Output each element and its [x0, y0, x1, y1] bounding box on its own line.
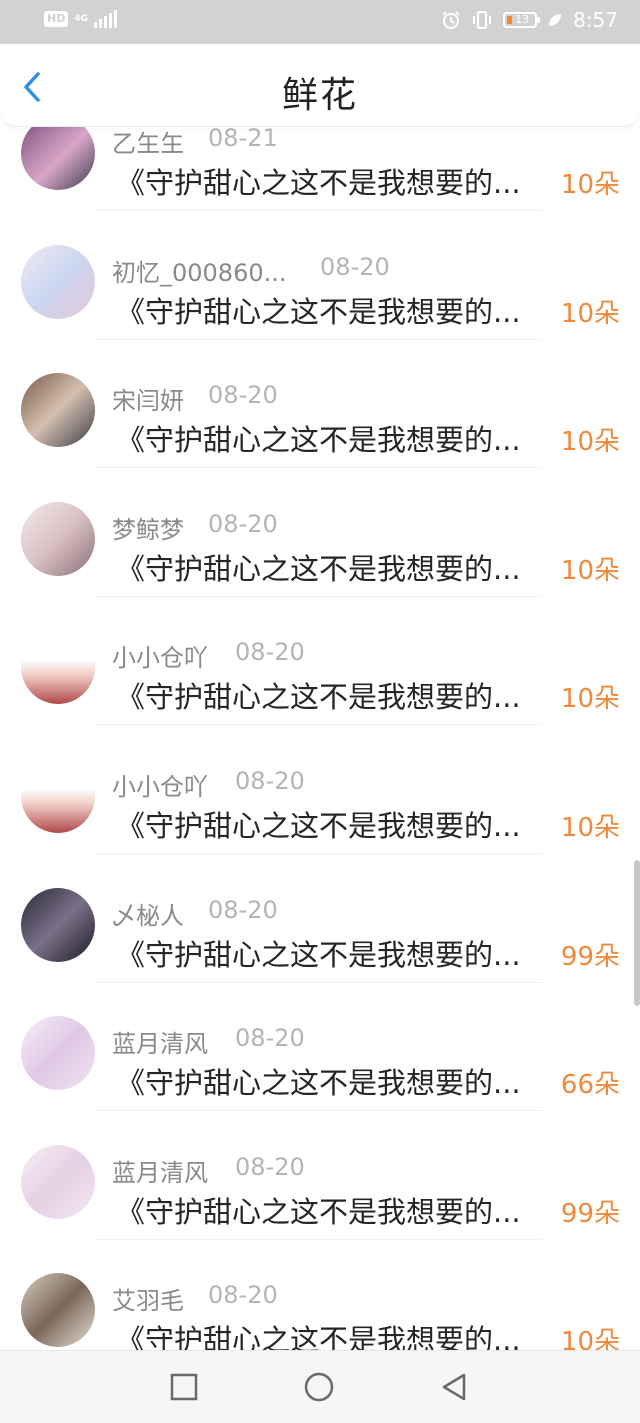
back-icon[interactable]: [438, 1371, 470, 1403]
list-item[interactable]: 梦鲸梦 08-20 《守护甜心之这不是我想要的... 10朵: [0, 502, 640, 638]
avatar[interactable]: [21, 1273, 95, 1347]
page-header: 鲜花: [0, 44, 640, 127]
user-name[interactable]: 梦鲸梦: [112, 510, 184, 545]
user-name[interactable]: 初忆_000860...: [112, 253, 287, 288]
divider: [96, 1110, 542, 1111]
gift-date: 08-20: [208, 510, 278, 538]
user-name[interactable]: 乄柲人: [112, 896, 184, 931]
gift-date: 08-20: [235, 638, 305, 666]
gift-date: 08-20: [320, 253, 390, 281]
user-name[interactable]: 艾羽毛: [112, 1281, 184, 1316]
divider: [96, 1239, 542, 1240]
gift-date: 08-20: [235, 767, 305, 795]
book-title[interactable]: 《守护甜心之这不是我想要的...: [116, 1317, 538, 1350]
flower-count: 99朵: [560, 942, 620, 972]
book-title[interactable]: 《守护甜心之这不是我想要的...: [116, 160, 538, 202]
list-item[interactable]: 小小仓吖 08-20 《守护甜心之这不是我想要的... 10朵: [0, 759, 640, 895]
divider: [96, 853, 542, 854]
flower-list[interactable]: 乙玍玍 08-21 《守护甜心之这不是我想要的... 10朵 初忆_000860... 0…: [0, 0, 640, 1350]
avatar[interactable]: [21, 888, 95, 962]
divider: [96, 724, 542, 725]
book-title[interactable]: 《守护甜心之这不是我想要的...: [116, 289, 538, 331]
divider: [96, 982, 542, 983]
divider: [96, 596, 542, 597]
divider: [96, 467, 542, 468]
flower-count: 10朵: [560, 556, 620, 586]
book-title[interactable]: 《守护甜心之这不是我想要的...: [116, 932, 538, 974]
flower-count: 10朵: [560, 684, 620, 714]
user-name[interactable]: 小小仓吖: [112, 638, 208, 673]
book-title[interactable]: 《守护甜心之这不是我想要的...: [116, 1060, 538, 1102]
flower-count: 10朵: [560, 813, 620, 843]
flower-count: 10朵: [560, 1327, 620, 1350]
flower-count: 10朵: [560, 299, 620, 329]
gift-date: 08-20: [208, 1281, 278, 1309]
user-name[interactable]: 蓝月清风: [112, 1153, 208, 1188]
list-item[interactable]: 乙玍玍 08-21 《守护甜心之这不是我想要的... 10朵: [0, 116, 640, 252]
flower-count: 10朵: [560, 427, 620, 457]
gift-date: 08-20: [208, 896, 278, 924]
list-item[interactable]: 乄柲人 08-20 《守护甜心之这不是我想要的... 99朵: [0, 888, 640, 1024]
scrollbar[interactable]: [634, 860, 640, 1006]
avatar[interactable]: [21, 116, 95, 190]
book-title[interactable]: 《守护甜心之这不是我想要的...: [116, 803, 538, 845]
user-name[interactable]: 小小仓吖: [112, 767, 208, 802]
avatar[interactable]: [21, 373, 95, 447]
flower-count: 99朵: [560, 1199, 620, 1229]
list-item[interactable]: 小小仓吖 08-20 《守护甜心之这不是我想要的... 10朵: [0, 630, 640, 766]
avatar[interactable]: [21, 1145, 95, 1219]
book-title[interactable]: 《守护甜心之这不是我想要的...: [116, 1189, 538, 1231]
gift-date: 08-20: [235, 1153, 305, 1181]
avatar[interactable]: [21, 630, 95, 704]
user-name[interactable]: 蓝月清风: [112, 1024, 208, 1059]
divider: [96, 339, 542, 340]
list-item[interactable]: 蓝月清风 08-20 《守护甜心之这不是我想要的... 99朵: [0, 1145, 640, 1281]
book-title[interactable]: 《守护甜心之这不是我想要的...: [116, 674, 538, 716]
avatar[interactable]: [21, 502, 95, 576]
book-title[interactable]: 《守护甜心之这不是我想要的...: [116, 417, 538, 459]
gift-date: 08-20: [208, 381, 278, 409]
flower-count: 10朵: [560, 170, 620, 200]
user-name[interactable]: 宋闫妍: [112, 381, 184, 416]
divider: [96, 210, 542, 211]
avatar[interactable]: [21, 759, 95, 833]
list-item[interactable]: 初忆_000860... 08-20 《守护甜心之这不是我想要的... 10朵: [0, 245, 640, 381]
home-icon[interactable]: [303, 1371, 335, 1403]
user-name[interactable]: 乙玍玍: [112, 124, 184, 159]
gift-date: 08-20: [235, 1024, 305, 1052]
avatar[interactable]: [21, 245, 95, 319]
book-title[interactable]: 《守护甜心之这不是我想要的...: [116, 546, 538, 588]
list-item[interactable]: 蓝月清风 08-20 《守护甜心之这不是我想要的... 66朵: [0, 1016, 640, 1152]
gift-date: 08-21: [208, 124, 278, 152]
list-item[interactable]: 艾羽毛 08-20 《守护甜心之这不是我想要的... 10朵: [0, 1273, 640, 1350]
system-nav-bar: [0, 1350, 640, 1423]
list-item[interactable]: 宋闫妍 08-20 《守护甜心之这不是我想要的... 10朵: [0, 373, 640, 509]
page-title: 鲜花: [281, 75, 358, 116]
avatar[interactable]: [21, 1016, 95, 1090]
flower-count: 66朵: [560, 1070, 620, 1100]
recent-apps-icon[interactable]: [168, 1371, 200, 1403]
